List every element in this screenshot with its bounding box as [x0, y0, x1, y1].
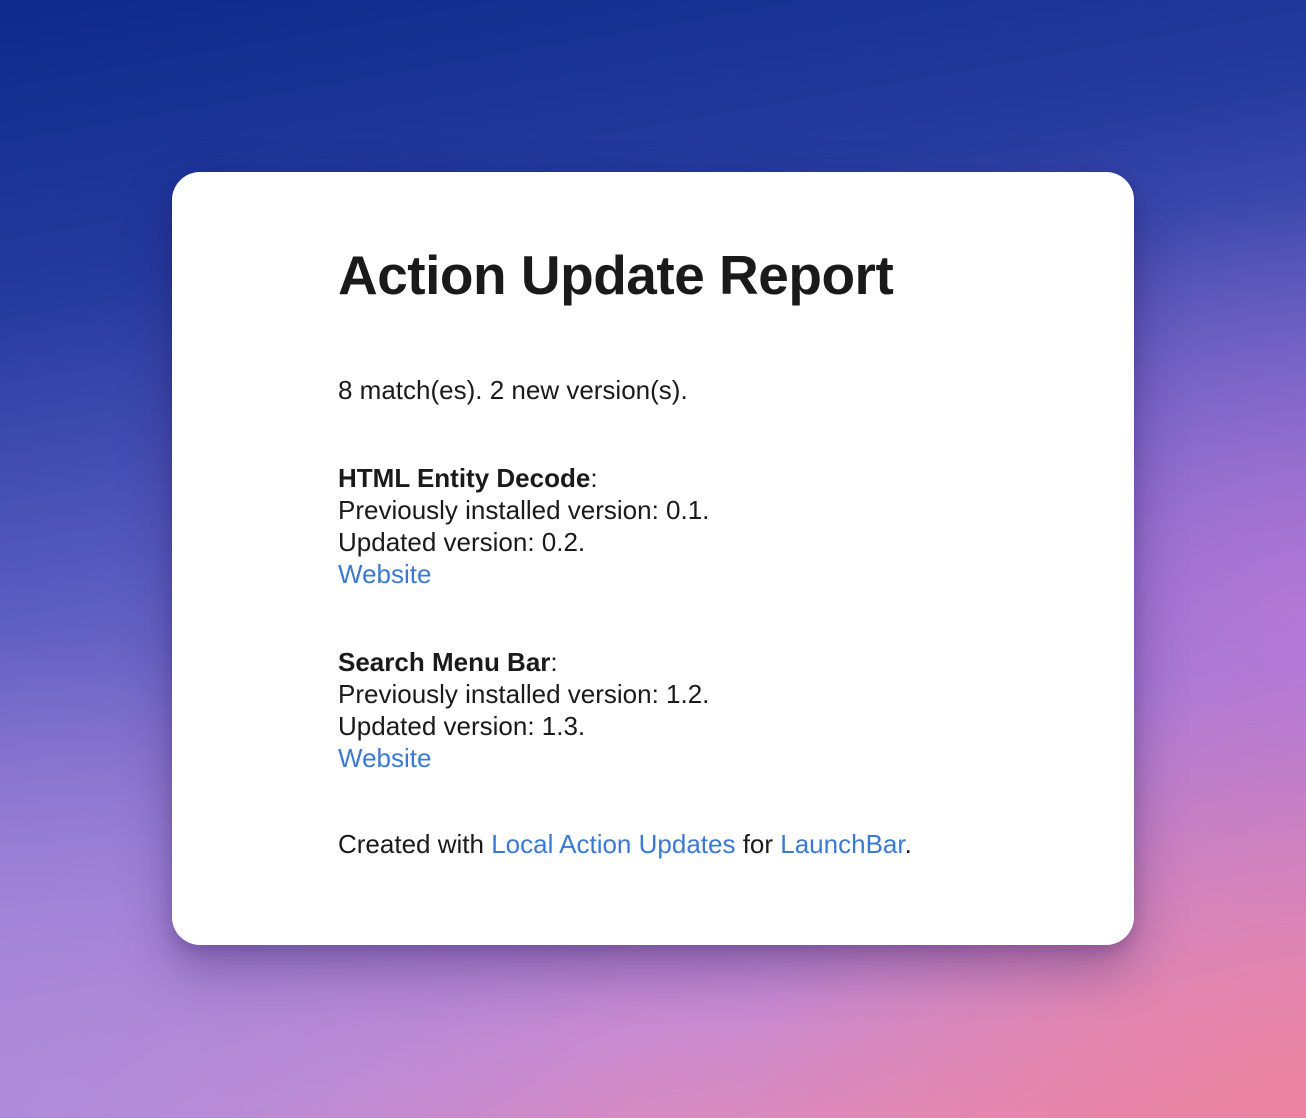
footer-suffix: .	[904, 829, 912, 859]
local-action-updates-link[interactable]: Local Action Updates	[491, 829, 735, 859]
entry-html-entity-decode: HTML Entity Decode: Previously installed…	[338, 462, 1074, 590]
footer-prefix: Created with	[338, 829, 492, 859]
website-link[interactable]: Website	[338, 743, 431, 773]
previous-version-text: Previously installed version: 1.2.	[338, 679, 710, 709]
website-link[interactable]: Website	[338, 559, 431, 589]
entry-colon: :	[590, 463, 598, 493]
report-card: Action Update Report 8 match(es). 2 new …	[172, 172, 1134, 945]
entry-search-menu-bar: Search Menu Bar: Previously installed ve…	[338, 646, 1074, 774]
updated-version-text: Updated version: 1.3.	[338, 711, 586, 741]
summary-text: 8 match(es). 2 new version(s).	[338, 375, 688, 405]
entry-heading: Search Menu Bar:	[338, 646, 1074, 678]
updated-version-text: Updated version: 0.2.	[338, 527, 586, 557]
footer-middle: for	[735, 829, 781, 859]
entry-name: Search Menu Bar	[338, 647, 551, 677]
report-content: Action Update Report 8 match(es). 2 new …	[338, 244, 1074, 860]
entry-heading: HTML Entity Decode:	[338, 462, 1074, 494]
entry-name: HTML Entity Decode	[338, 463, 591, 493]
page-title: Action Update Report	[338, 244, 894, 306]
entry-colon: :	[550, 647, 558, 677]
launchbar-link[interactable]: LaunchBar	[780, 829, 904, 859]
footer-credit: Created with Local Action Updates for La…	[338, 828, 1074, 860]
previous-version-text: Previously installed version: 0.1.	[338, 495, 710, 525]
